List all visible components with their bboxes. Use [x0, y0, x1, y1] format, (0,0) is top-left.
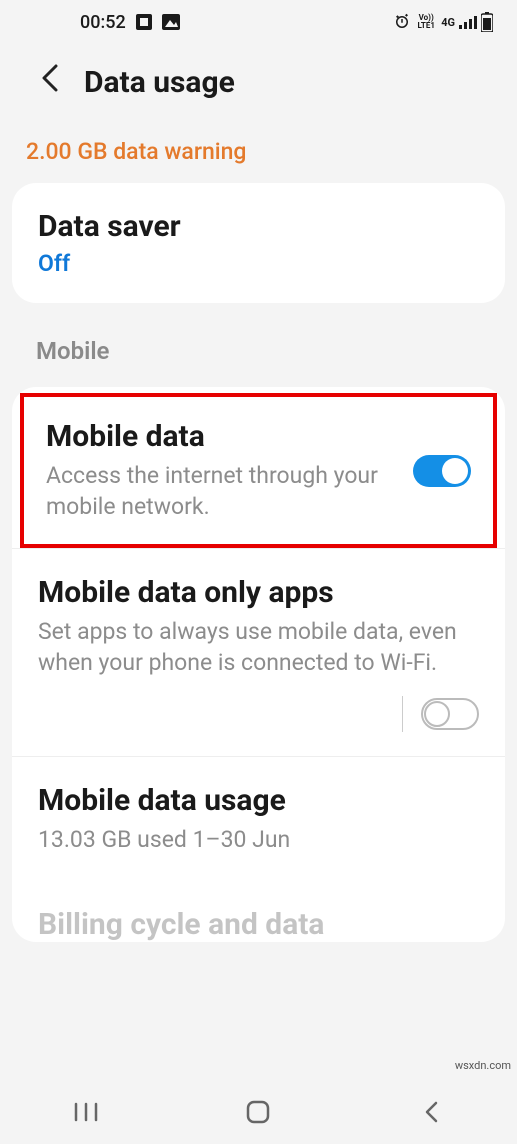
mobile-data-usage-summary: 13.03 GB used 1–30 Jun — [38, 824, 479, 855]
mobile-data-toggle[interactable] — [413, 455, 471, 487]
data-warning-link[interactable]: 2.00 GB data warning — [0, 130, 517, 183]
status-right: Vo)) LTE1 4G — [393, 12, 493, 32]
recents-icon — [73, 1102, 99, 1122]
status-left: 00:52 — [80, 12, 180, 33]
signal-icon — [459, 15, 477, 29]
network-indicator: 4G — [441, 16, 455, 29]
stop-icon — [136, 14, 152, 30]
home-button[interactable] — [240, 1094, 276, 1130]
mobile-data-title: Mobile data — [46, 419, 383, 454]
chevron-left-icon — [40, 64, 60, 92]
page-header: Data usage — [0, 44, 517, 130]
home-icon — [245, 1099, 271, 1125]
billing-cycle-row-peek[interactable]: Billing cycle and data — [12, 881, 505, 942]
chevron-left-icon — [422, 1100, 440, 1124]
mobile-data-usage-row[interactable]: Mobile data usage 13.03 GB used 1–30 Jun — [12, 756, 505, 881]
mobile-data-only-apps-toggle[interactable] — [421, 698, 479, 730]
mobile-data-only-apps-title: Mobile data only apps — [38, 575, 479, 610]
status-bar: 00:52 Vo)) LTE1 4G — [0, 0, 517, 44]
image-icon — [162, 14, 180, 30]
mobile-data-only-apps-toggle-row — [12, 686, 505, 756]
nav-back-button[interactable] — [413, 1094, 449, 1130]
recents-button[interactable] — [68, 1094, 104, 1130]
data-saver-card[interactable]: Data saver Off — [12, 183, 505, 303]
mobile-data-only-apps-row[interactable]: Mobile data only apps Set apps to always… — [12, 548, 505, 686]
volte-indicator: Vo)) LTE1 — [415, 14, 437, 30]
mobile-data-highlight: Mobile data Access the internet through … — [20, 393, 497, 548]
data-saver-title: Data saver — [38, 209, 479, 244]
mobile-data-description: Access the internet through your mobile … — [46, 460, 383, 522]
mobile-data-usage-title: Mobile data usage — [38, 783, 479, 818]
divider-icon — [402, 696, 403, 732]
alarm-icon — [393, 13, 411, 31]
data-saver-status: Off — [38, 250, 479, 277]
status-time: 00:52 — [80, 12, 126, 33]
mobile-data-only-apps-description: Set apps to always use mobile data, even… — [38, 616, 479, 678]
navigation-bar — [0, 1080, 517, 1144]
mobile-data-row[interactable]: Mobile data Access the internet through … — [24, 397, 493, 544]
watermark: wsxdn.com — [455, 1059, 511, 1072]
page-title: Data usage — [84, 65, 235, 100]
mobile-section-card: Mobile data Access the internet through … — [12, 387, 505, 942]
section-label-mobile: Mobile — [0, 303, 517, 387]
battery-icon — [481, 12, 493, 32]
back-button[interactable] — [40, 64, 60, 100]
